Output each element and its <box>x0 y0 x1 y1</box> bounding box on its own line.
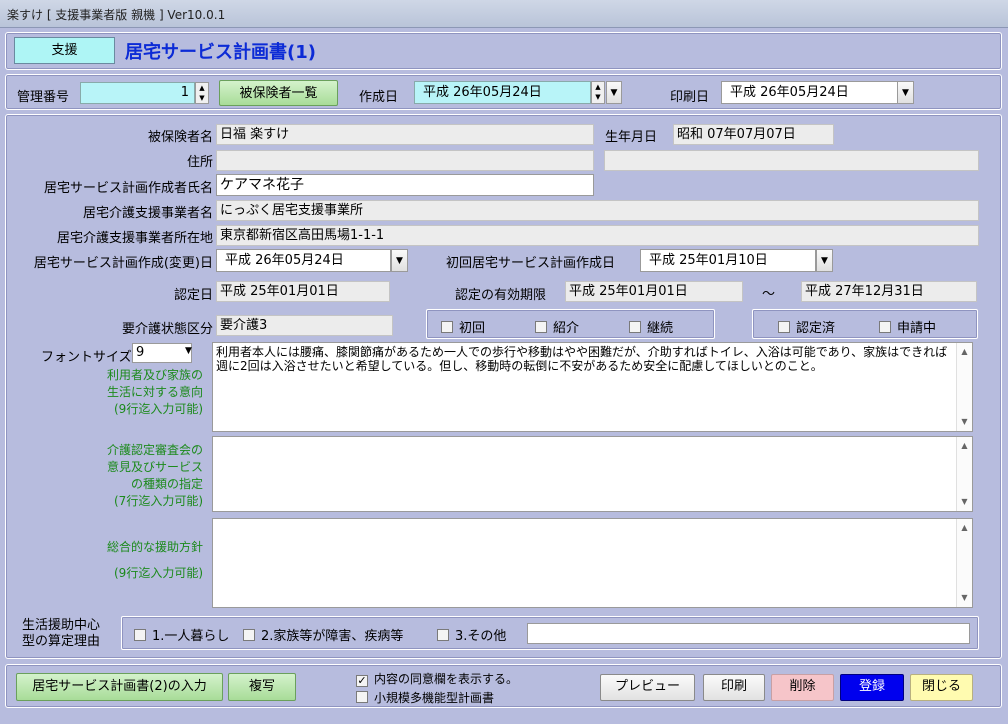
plan-date-label: 居宅サービス計画作成(変更)日 <box>33 256 213 271</box>
reason3-label: 3.その他 <box>455 629 507 644</box>
small-multi-checkbox-label: 小規模多機能型計画書 <box>374 691 495 705</box>
chevron-down-icon[interactable]: ▼ <box>185 346 192 356</box>
office-address-label: 居宅介護支援事業者所在地 <box>56 231 213 246</box>
form-title: 居宅サービス計画書(1) <box>125 42 316 63</box>
created-date-input[interactable]: 平成 26年05月24日 <box>414 81 591 104</box>
referral-checkbox-label: 紹介 <box>553 321 580 336</box>
font-size-label: フォントサイズ <box>41 350 132 365</box>
checkbox-box[interactable]: ✓ <box>356 675 368 687</box>
window-title: 楽すけ [ 支援事業者版 親機 ] Ver10.0.1 <box>7 8 226 22</box>
planner-label: 居宅サービス計画作成者氏名 <box>43 181 213 196</box>
address-field <box>216 150 594 171</box>
print-date-label: 印刷日 <box>670 90 710 105</box>
reason1-checkbox[interactable]: 1.一人暮らし <box>134 625 229 644</box>
small-multi-checkbox[interactable]: 小規模多機能型計画書 <box>356 689 494 706</box>
checkbox-box[interactable] <box>441 321 453 333</box>
mode-button[interactable]: 支援 <box>14 37 115 64</box>
first-plan-date-label: 初回居宅サービス計画作成日 <box>446 256 616 271</box>
certified-checkbox-label: 認定済 <box>796 321 836 336</box>
address-label: 住所 <box>186 155 213 170</box>
cert-date-field: 平成 25年01月01日 <box>216 281 390 302</box>
continue-checkbox[interactable]: 継続 <box>629 317 673 336</box>
checkbox-box[interactable] <box>134 629 146 641</box>
intent-textarea[interactable]: 利用者本人には腰痛、膝関節痛があるため一人での歩行や移動はやや困難だが、介助すれ… <box>212 342 973 432</box>
certified-checkbox[interactable]: 認定済 <box>778 317 835 336</box>
referral-checkbox[interactable]: 紹介 <box>535 317 579 336</box>
first-checkbox[interactable]: 初回 <box>441 317 485 336</box>
opinion-textarea[interactable]: ▲ ▼ <box>212 436 973 512</box>
policy-label: 総合的な援助方針 (9行迄入力可能) <box>106 540 203 580</box>
valid-to-field: 平成 27年12月31日 <box>801 281 977 302</box>
font-size-select[interactable]: 9 <box>132 343 192 363</box>
reason1-label: 1.一人暮らし <box>152 629 230 644</box>
intent-text: 利用者本人には腰痛、膝関節痛があるため一人での歩行や移動はやや困難だが、介助すれ… <box>216 345 948 373</box>
office-label: 居宅介護支援事業者名 <box>82 206 213 221</box>
checkbox-box[interactable] <box>356 691 368 703</box>
checkbox-box[interactable] <box>243 629 255 641</box>
insured-name-label: 被保険者名 <box>147 130 213 145</box>
created-date-label: 作成日 <box>359 90 399 105</box>
scrollbar[interactable]: ▲ ▼ <box>956 437 972 511</box>
office-field: にっぷく居宅支援事業所 <box>216 200 979 221</box>
plan-date-dropdown[interactable]: ▼ <box>391 249 408 272</box>
policy-textarea[interactable]: ▲ ▼ <box>212 518 973 608</box>
created-date-spinner[interactable]: ▲ ▼ <box>591 81 605 104</box>
reason2-checkbox[interactable]: 2.家族等が障害、疾病等 <box>243 625 403 644</box>
planner-input[interactable]: ケアマネ花子 <box>216 174 594 196</box>
first-plan-date-dropdown[interactable]: ▼ <box>816 249 833 272</box>
first-checkbox-label: 初回 <box>459 321 486 336</box>
mgmt-no-label: 管理番号 <box>17 90 70 105</box>
print-date-dropdown[interactable]: ▼ <box>897 81 914 104</box>
applying-checkbox-label: 申請中 <box>897 321 937 336</box>
checkbox-box[interactable] <box>879 321 891 333</box>
valid-from-field: 平成 25年01月01日 <box>565 281 743 302</box>
intent-label: 利用者及び家族の 生活に対する意向 (9行迄入力可能) <box>106 368 203 416</box>
print-button[interactable]: 印刷 <box>703 674 765 701</box>
insured-list-button[interactable]: 被保険者一覧 <box>219 80 338 106</box>
first-plan-date-input[interactable]: 平成 25年01月10日 <box>640 249 816 272</box>
close-button[interactable]: 閉じる <box>910 674 973 701</box>
mgmt-no-spinner[interactable]: ▲ ▼ <box>195 82 209 104</box>
checkbox-box[interactable] <box>629 321 641 333</box>
consent-checkbox[interactable]: ✓ 内容の同意欄を表示する。 <box>356 670 518 687</box>
applying-checkbox[interactable]: 申請中 <box>879 317 936 336</box>
checkbox-box[interactable] <box>535 321 547 333</box>
mgmt-no-input[interactable]: 1 <box>80 82 195 104</box>
preview-button[interactable]: プレビュー <box>600 674 695 701</box>
care-level-field: 要介護3 <box>216 315 393 336</box>
created-date-dropdown[interactable]: ▼ <box>606 81 622 104</box>
reason-label: 生活援助中心 型の算定理由 <box>22 618 101 649</box>
care-level-label: 要介護状態区分 <box>121 322 213 337</box>
address-field-2 <box>604 150 979 171</box>
consent-checkbox-label: 内容の同意欄を表示する。 <box>374 672 519 686</box>
valid-period-label: 認定の有効期限 <box>455 288 547 303</box>
register-button[interactable]: 登録 <box>840 674 904 701</box>
reason-other-input[interactable] <box>527 623 970 644</box>
cert-date-label: 認定日 <box>173 288 213 303</box>
insured-name-field: 日福 楽すけ <box>216 124 594 145</box>
scrollbar[interactable]: ▲ ▼ <box>956 519 972 607</box>
office-address-field: 東京都新宿区高田馬場1-1-1 <box>216 225 979 246</box>
tilde: 〜 <box>762 287 776 302</box>
checkbox-box[interactable] <box>778 321 790 333</box>
checkbox-box[interactable] <box>437 629 449 641</box>
plan-date-input[interactable]: 平成 26年05月24日 <box>216 249 391 272</box>
birthdate-label: 生年月日 <box>605 130 658 145</box>
input-plan2-button[interactable]: 居宅サービス計画書(2)の入力 <box>16 673 223 701</box>
reason3-checkbox[interactable]: 3.その他 <box>437 625 506 644</box>
copy-button[interactable]: 複写 <box>228 673 296 701</box>
opinion-label: 介護認定審査会の 意見及びサービス の種類の指定 (7行迄入力可能) <box>106 443 203 508</box>
print-date-input[interactable]: 平成 26年05月24日 <box>721 81 898 104</box>
scrollbar[interactable]: ▲ ▼ <box>956 343 972 431</box>
window-title-bar: 楽すけ [ 支援事業者版 親機 ] Ver10.0.1 <box>0 0 1008 28</box>
continue-checkbox-label: 継続 <box>647 321 674 336</box>
reason2-label: 2.家族等が障害、疾病等 <box>261 629 404 644</box>
delete-button[interactable]: 削除 <box>771 674 834 701</box>
birthdate-field: 昭和 07年07月07日 <box>673 124 834 145</box>
